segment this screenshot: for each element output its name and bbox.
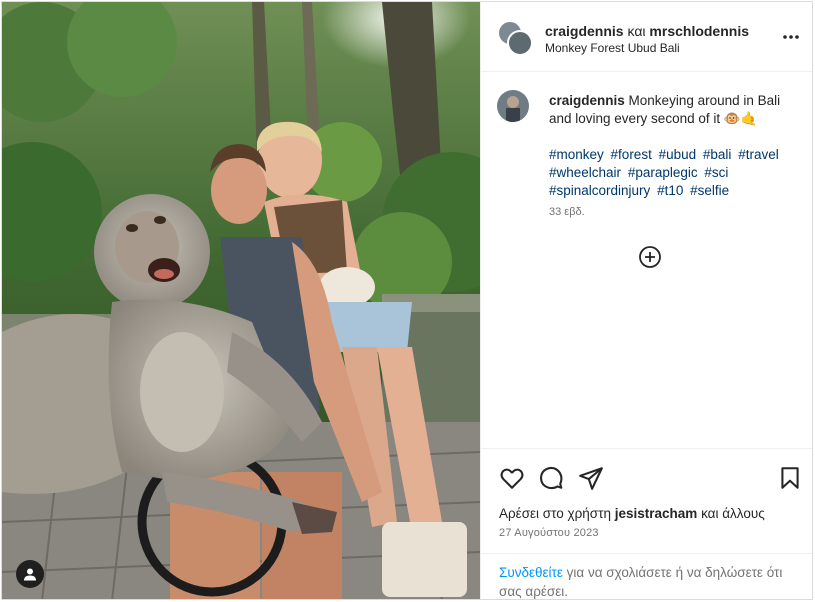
hashtag-link[interactable]: #paraplegic	[628, 165, 698, 180]
post-dialog: craigdennis και mrschlodennis Monkey For…	[1, 1, 813, 600]
hashtag-link[interactable]: #bali	[703, 147, 732, 162]
bookmark-icon	[781, 467, 799, 489]
caption-timestamp[interactable]: 33 εβδ.	[549, 206, 585, 218]
post-actions: Αρέσει στο χρήστη jesistracham και άλλου…	[481, 448, 812, 599]
more-options-icon[interactable]	[783, 28, 799, 39]
login-link[interactable]: Συνδεθείτε	[499, 565, 563, 580]
tagged-users-button[interactable]	[16, 560, 44, 588]
caption-username[interactable]: craigdennis	[549, 93, 625, 108]
save-button[interactable]	[777, 465, 803, 491]
heart-icon	[500, 468, 524, 489]
monkey-selfie-image	[2, 2, 480, 599]
hashtag-link[interactable]: #selfie	[690, 183, 729, 198]
author-conjunction: και	[627, 23, 646, 39]
caption-text: craigdennis Monkeying around in Bali and…	[549, 92, 799, 128]
hashtag-link[interactable]: #spinalcordinjury	[549, 183, 650, 198]
likes-suffix[interactable]: και άλλους	[701, 506, 765, 521]
more-horizontal-icon	[783, 35, 799, 39]
liker-username[interactable]: jesistracham	[615, 506, 698, 521]
hashtag-link[interactable]: #monkey	[549, 147, 604, 162]
like-button[interactable]	[499, 465, 525, 491]
post-header: craigdennis και mrschlodennis Monkey For…	[481, 2, 812, 72]
location-link[interactable]: Monkey Forest Ubud Bali	[545, 41, 680, 55]
post-authors: craigdennis και mrschlodennis	[545, 22, 749, 40]
likes-summary: Αρέσει στο χρήστη jesistracham και άλλου…	[499, 506, 765, 521]
hashtag-list: #monkey #forest #ubud #bali #travel #whe…	[549, 146, 799, 200]
post-photo[interactable]	[2, 2, 480, 599]
collab-avatars[interactable]	[497, 20, 533, 56]
likes-prefix: Αρέσει στο χρήστη	[499, 506, 611, 521]
author-link[interactable]: mrschlodennis	[649, 23, 749, 39]
load-more-comments-button[interactable]	[639, 246, 661, 268]
plus-circle-icon	[639, 246, 661, 268]
send-icon	[579, 467, 603, 490]
avatar[interactable]	[497, 90, 529, 122]
avatar	[507, 30, 533, 56]
hashtag-link[interactable]: #travel	[738, 147, 779, 162]
hashtag-link[interactable]: #wheelchair	[549, 165, 621, 180]
hashtag-link[interactable]: #sci	[704, 165, 728, 180]
post-date[interactable]: 27 Αυγούστου 2023	[499, 527, 599, 539]
hashtag-link[interactable]: #ubud	[659, 147, 697, 162]
avatar-image	[497, 90, 529, 122]
share-button[interactable]	[578, 465, 604, 491]
comment-icon	[540, 466, 563, 490]
hashtag-link[interactable]: #t10	[657, 183, 683, 198]
user-icon	[24, 568, 36, 581]
login-prompt: Συνδεθείτε για να σχολιάσετε ή να δηλώσε…	[481, 553, 812, 599]
hashtag-link[interactable]: #forest	[611, 147, 652, 162]
post-side-panel: craigdennis και mrschlodennis Monkey For…	[480, 2, 812, 599]
author-link[interactable]: craigdennis	[545, 23, 624, 39]
comment-button[interactable]	[538, 465, 564, 491]
